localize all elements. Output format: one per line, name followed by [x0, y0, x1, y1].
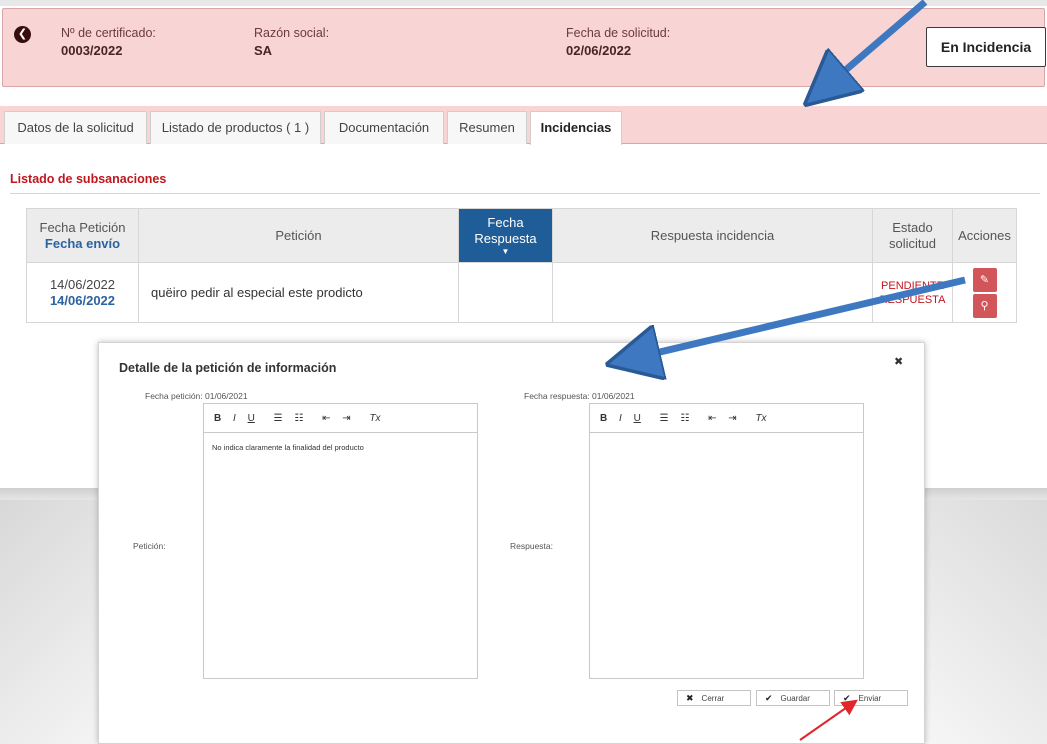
col-fecha-peticion[interactable]: Fecha Petición Fecha envío [26, 208, 139, 263]
search-icon[interactable]: ⚲ [972, 293, 997, 318]
tab-documentacion[interactable]: Documentación [324, 111, 444, 144]
check-icon: ✔ [843, 693, 851, 703]
indent-icon[interactable]: ⇥ [728, 404, 736, 433]
certificate-number-value: 0003/2022 [61, 43, 123, 58]
table-row: 14/06/2022 14/06/2022 quëiro pedir al es… [26, 262, 1017, 323]
clear-format-icon[interactable]: Tx [369, 404, 380, 433]
cell-fecha-respuesta [458, 262, 553, 323]
razon-social-field: Razón social: SA [254, 26, 329, 58]
fecha-envio-value: 14/06/2022 [49, 292, 116, 308]
razon-social-label: Razón social: [254, 26, 330, 40]
outdent-icon[interactable]: ⇤ [708, 404, 716, 433]
status-badge[interactable]: En Incidencia [926, 27, 1046, 67]
italic-button[interactable]: I [233, 404, 236, 433]
indent-icon[interactable]: ⇥ [342, 404, 350, 433]
col-respuesta-incidencia[interactable]: Respuesta incidencia [552, 208, 873, 263]
col-acciones: Acciones [952, 208, 1017, 263]
italic-button[interactable]: I [619, 404, 622, 433]
background-panel-left [0, 500, 98, 744]
background-panel-right [925, 500, 1047, 744]
edit-icon[interactable]: ✎ [972, 267, 997, 292]
fecha-respuesta-label: Fecha respuesta: 01/06/2021 [524, 391, 635, 401]
enviar-label: Enviar [858, 694, 882, 703]
col-peticion[interactable]: Petición [138, 208, 459, 263]
cell-estado: PENDIENTE RESPUESTA [872, 262, 953, 323]
close-icon: ✖ [686, 693, 694, 703]
col-fecha-envio-label[interactable]: Fecha envío [27, 236, 138, 252]
certificate-header: ❮ Nº de certificado: 0003/2022 Razón soc… [2, 8, 1046, 87]
clear-format-icon[interactable]: Tx [755, 404, 766, 433]
tab-incidencias[interactable]: Incidencias [530, 111, 622, 145]
bullet-list-icon[interactable]: ☷ [680, 404, 689, 433]
respuesta-field-label: Respuesta: [510, 541, 553, 551]
section-title: Listado de subsanaciones [10, 172, 167, 186]
fecha-peticion-value: 14/06/2022 [49, 276, 116, 292]
cell-fecha-peticion: 14/06/2022 14/06/2022 [26, 262, 139, 323]
col-estado-solicitud[interactable]: Estado solicitud [872, 208, 953, 263]
subsanaciones-table: Fecha Petición Fecha envío Petición Fech… [26, 208, 1017, 323]
enviar-button[interactable]: ✔ Enviar [834, 690, 908, 706]
respuesta-editor[interactable]: B I U ☰ ☷ ⇤ ⇥ Tx [589, 403, 864, 679]
chevron-left-icon[interactable]: ❮ [14, 26, 31, 43]
tabs-bar: Datos de la solicitud Listado de product… [0, 106, 1047, 145]
tab-resumen[interactable]: Resumen [447, 111, 527, 144]
bold-button[interactable]: B [600, 404, 607, 433]
razon-social-value: SA [254, 43, 273, 58]
top-strip [0, 0, 1047, 6]
check-icon: ✔ [765, 693, 773, 703]
fecha-solicitud-field: Fecha de solicitud: 02/06/2022 [566, 26, 670, 58]
cell-acciones: ✎ ⚲ [952, 262, 1017, 323]
underline-button[interactable]: U [634, 404, 641, 433]
col-fecha-respuesta[interactable]: Fecha Respuesta ▼ [458, 208, 553, 263]
fecha-solicitud-label: Fecha de solicitud: [566, 26, 671, 40]
cerrar-label: Cerrar [701, 694, 725, 703]
tab-datos-solicitud[interactable]: Datos de la solicitud [4, 111, 147, 144]
detalle-peticion-modal: Detalle de la petición de información ✖ … [98, 342, 925, 744]
cell-respuesta [552, 262, 873, 323]
certificate-number-label: Nº de certificado: [61, 26, 156, 40]
cerrar-button[interactable]: ✖ Cerrar [677, 690, 751, 706]
peticion-field-label: Petición: [133, 541, 166, 551]
underline-button[interactable]: U [248, 404, 255, 433]
respuesta-editor-toolbar: B I U ☰ ☷ ⇤ ⇥ Tx [590, 404, 863, 433]
fecha-solicitud-value: 02/06/2022 [566, 43, 632, 58]
close-icon[interactable]: ✖ [894, 355, 903, 368]
outdent-icon[interactable]: ⇤ [322, 404, 330, 433]
cell-peticion: quëiro pedir al especial este prodicto [138, 262, 459, 323]
ordered-list-icon[interactable]: ☰ [660, 404, 669, 433]
guardar-button[interactable]: ✔ Guardar [756, 690, 830, 706]
col-fecha-peticion-label: Fecha Petición [39, 219, 126, 235]
respuesta-editor-content[interactable] [590, 433, 863, 453]
peticion-editor[interactable]: B I U ☰ ☷ ⇤ ⇥ Tx No indica claramente la… [203, 403, 478, 679]
col-fecha-respuesta-label: Fecha Respuesta [474, 214, 537, 246]
bullet-list-icon[interactable]: ☷ [294, 404, 303, 433]
modal-title: Detalle de la petición de información [119, 361, 337, 375]
sort-desc-icon: ▼ [501, 246, 510, 256]
section-divider [10, 193, 1040, 194]
bold-button[interactable]: B [214, 404, 221, 433]
peticion-editor-content[interactable]: No indica claramente la finalidad del pr… [204, 433, 477, 462]
certificate-number-field: Nº de certificado: 0003/2022 [61, 26, 156, 58]
ordered-list-icon[interactable]: ☰ [274, 404, 283, 433]
guardar-label: Guardar [780, 694, 810, 703]
fecha-peticion-label: Fecha petición: 01/06/2021 [145, 391, 248, 401]
tab-listado-productos[interactable]: Listado de productos ( 1 ) [150, 111, 321, 144]
peticion-editor-toolbar: B I U ☰ ☷ ⇤ ⇥ Tx [204, 404, 477, 433]
